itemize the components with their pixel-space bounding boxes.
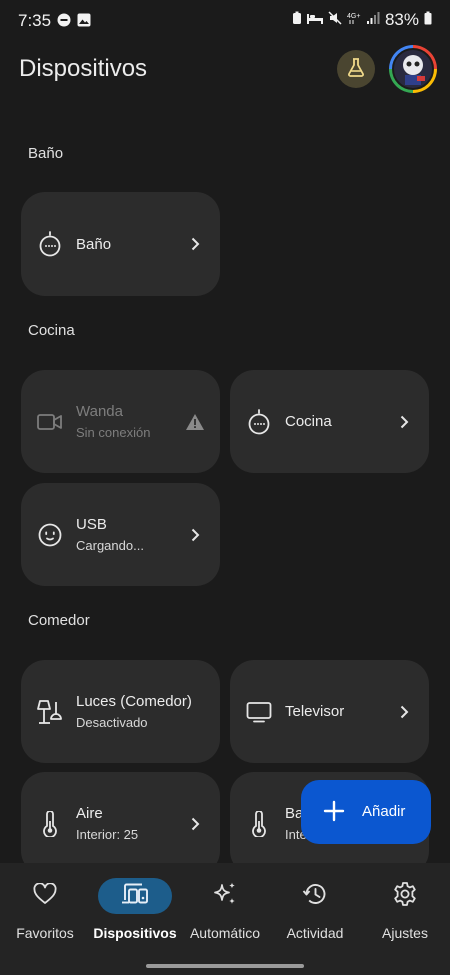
mute-icon <box>328 10 342 30</box>
svg-text:4G+: 4G+ <box>347 13 360 20</box>
devices-icon <box>121 883 149 910</box>
camera-icon <box>37 409 63 435</box>
gallery-icon <box>77 13 91 32</box>
device-status: Sin conexión <box>76 425 151 440</box>
tv-icon <box>246 699 272 725</box>
avatar-image <box>403 55 425 85</box>
flask-icon <box>345 56 367 83</box>
battery-percent: 83% <box>384 10 419 29</box>
device-name: USB <box>76 516 107 533</box>
device-status: Cargando... <box>76 538 144 553</box>
home-indicator[interactable] <box>146 964 304 968</box>
chevron-right-icon <box>188 817 202 831</box>
lamp-icon <box>37 699 63 725</box>
device-card-usb[interactable]: USB Cargando... <box>21 483 220 586</box>
avatar[interactable] <box>389 45 437 93</box>
section-title-comedor: Comedor <box>28 612 90 629</box>
nav-label: Favoritos <box>16 925 74 941</box>
gear-icon <box>392 881 418 912</box>
device-name: Luces (Comedor) <box>76 693 192 710</box>
section-title-cocina: Cocina <box>28 322 75 339</box>
add-device-label: Añadir <box>362 803 406 820</box>
device-card-aire[interactable]: Aire Interior: 25 <box>21 772 220 875</box>
chevron-right-icon <box>188 237 202 251</box>
smart-plug-icon <box>37 522 63 548</box>
device-status: Interior: 25 <box>76 827 139 842</box>
section-title-bano: Baño <box>28 145 64 162</box>
smart-speaker-icon <box>246 408 272 435</box>
nav-item-ajustes[interactable]: Ajustes <box>360 863 450 953</box>
nav-label: Dispositivos <box>93 925 177 941</box>
device-name: Aire <box>76 805 103 822</box>
chevron-right-icon <box>397 705 411 719</box>
signal-icon <box>366 11 380 30</box>
warning-icon <box>185 413 205 431</box>
battery-saver-icon <box>292 11 302 30</box>
add-device-button[interactable]: Añadir <box>301 780 431 844</box>
nav-item-actividad[interactable]: Actividad <box>270 863 360 953</box>
nav-item-favoritos[interactable]: Favoritos <box>0 863 90 953</box>
nav-item-automatico[interactable]: Automático <box>180 863 270 953</box>
device-name: Baño <box>76 235 112 253</box>
device-card-cocina[interactable]: Cocina <box>230 370 429 473</box>
bottom-navigation: Favoritos Dispositivos Automático Activi… <box>0 863 450 975</box>
plus-icon <box>323 800 345 827</box>
smart-speaker-icon <box>37 231 63 257</box>
labs-button[interactable] <box>337 50 375 88</box>
heart-icon <box>33 881 57 910</box>
do-not-disturb-icon <box>57 13 71 32</box>
sleep-mode-icon <box>306 11 323 29</box>
nav-item-dispositivos[interactable]: Dispositivos <box>90 863 180 953</box>
nav-label: Automático <box>189 925 261 941</box>
thermometer-icon <box>246 810 272 837</box>
status-bar: 7:35 4G+ 83% <box>0 0 450 42</box>
nav-label: Ajustes <box>382 925 428 941</box>
device-name: Televisor <box>285 703 345 720</box>
sparkle-icon <box>212 881 238 912</box>
device-card-wanda[interactable]: Wanda Sin conexión <box>21 370 220 473</box>
history-icon <box>302 882 328 911</box>
device-name: Wanda <box>76 403 123 420</box>
network-4g-icon: 4G+ <box>347 11 361 30</box>
nav-label: Actividad <box>286 925 344 941</box>
page-title: Dispositivos <box>19 55 148 82</box>
device-name: Cocina <box>285 413 332 430</box>
thermometer-icon <box>37 810 63 837</box>
device-card-luces[interactable]: Luces (Comedor) Desactivado <box>21 660 220 763</box>
device-card-televisor[interactable]: Televisor <box>230 660 429 763</box>
status-time: 7:35 <box>18 11 52 30</box>
device-status: Desactivado <box>76 715 148 730</box>
chevron-right-icon <box>397 415 411 429</box>
device-card-bano[interactable]: Baño <box>21 192 220 296</box>
chevron-right-icon <box>188 528 202 542</box>
battery-icon <box>424 11 432 30</box>
